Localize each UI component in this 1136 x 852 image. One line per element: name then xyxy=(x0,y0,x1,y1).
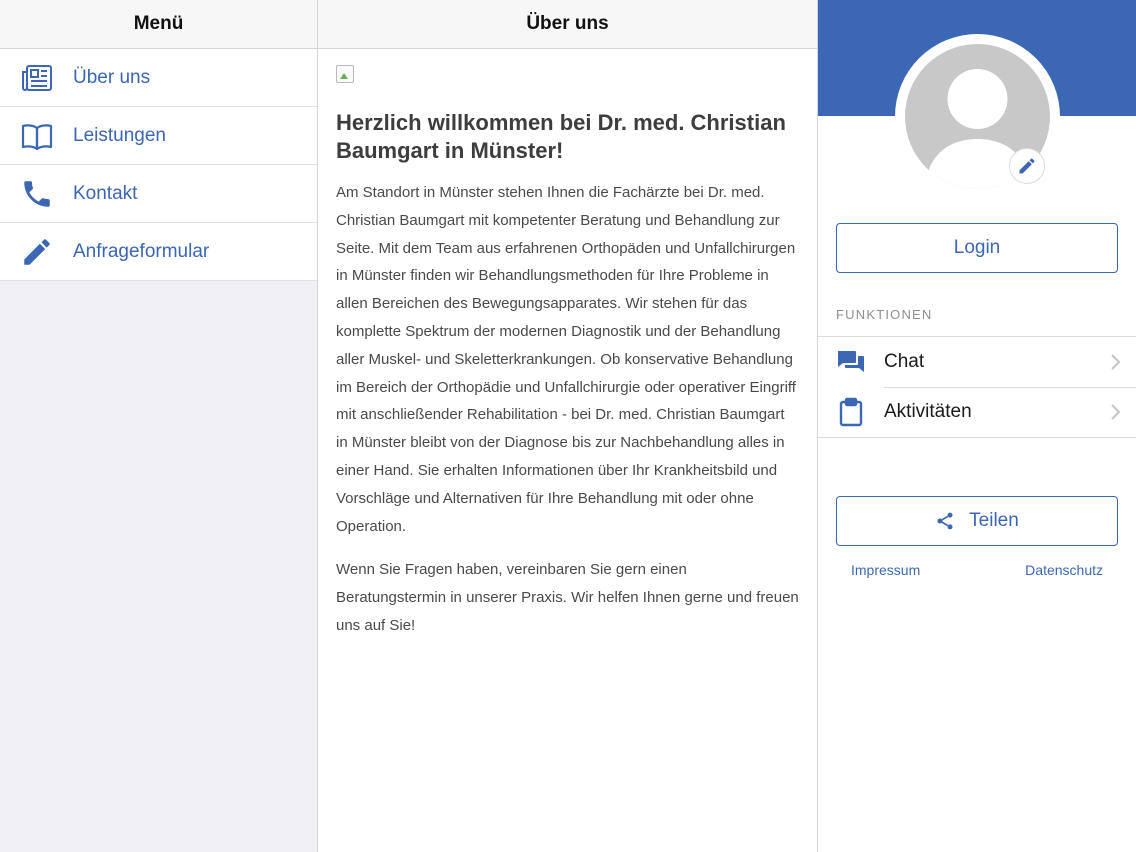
function-item-chat[interactable]: Chat xyxy=(818,337,1136,387)
edit-avatar-button[interactable] xyxy=(1009,148,1045,184)
content-body: Herzlich willkommen bei Dr. med. Christi… xyxy=(318,49,817,640)
datenschutz-link[interactable]: Datenschutz xyxy=(1025,562,1103,578)
section-label-funktionen: FUNKTIONEN xyxy=(836,307,933,322)
function-item-label: Chat xyxy=(884,351,925,372)
content-header: Über uns xyxy=(318,0,817,49)
menu-title: Menü xyxy=(133,13,184,34)
phone-icon xyxy=(0,177,73,211)
pencil-icon xyxy=(1019,158,1035,174)
function-item-aktivitaeten[interactable]: Aktivitäten xyxy=(818,387,1136,437)
share-button-label: Teilen xyxy=(969,510,1019,531)
menu-pane: Menü Über uns Leistungen Kontakt Anfrage… xyxy=(0,0,318,852)
login-button-label: Login xyxy=(953,237,1001,258)
menu-item-anfrageformular[interactable]: Anfrageformular xyxy=(0,223,317,281)
content-heading: Herzlich willkommen bei Dr. med. Christi… xyxy=(336,110,786,163)
menu-item-label: Anfrageformular xyxy=(73,240,210,262)
chevron-right-icon xyxy=(1096,353,1136,371)
profile-pane: Login FUNKTIONEN Chat Aktivitäten Teilen… xyxy=(818,0,1136,852)
menu-item-kontakt[interactable]: Kontakt xyxy=(0,165,317,223)
menu-list: Über uns Leistungen Kontakt Anfrageformu… xyxy=(0,49,317,281)
function-list: Chat Aktivitäten xyxy=(818,336,1136,438)
chevron-right-icon xyxy=(1096,403,1136,421)
page-title: Über uns xyxy=(526,13,609,34)
login-button[interactable]: Login xyxy=(836,223,1118,273)
chat-icon xyxy=(818,347,884,377)
share-button[interactable]: Teilen xyxy=(836,496,1118,546)
menu-item-label: Über uns xyxy=(73,66,151,88)
function-item-label: Aktivitäten xyxy=(884,401,972,422)
footer-links: Impressum Datenschutz xyxy=(851,562,1103,578)
content-pane: Über uns Herzlich willkommen bei Dr. med… xyxy=(318,0,818,852)
pencil-icon xyxy=(0,235,73,269)
content-paragraph: Am Standort in Münster stehen Ihnen die … xyxy=(336,184,796,535)
menu-item-leistungen[interactable]: Leistungen xyxy=(0,107,317,165)
content-paragraph: Wenn Sie Fragen haben, vereinbaren Sie g… xyxy=(336,561,799,634)
book-icon xyxy=(0,119,73,153)
impressum-link[interactable]: Impressum xyxy=(851,562,920,578)
menu-item-label: Leistungen xyxy=(73,124,166,146)
newspaper-icon xyxy=(0,61,73,95)
share-icon xyxy=(937,512,953,530)
clipboard-icon xyxy=(818,397,884,427)
menu-item-ueber-uns[interactable]: Über uns xyxy=(0,49,317,107)
menu-header: Menü xyxy=(0,0,317,49)
menu-item-label: Kontakt xyxy=(73,182,138,204)
broken-image-icon xyxy=(336,65,354,83)
